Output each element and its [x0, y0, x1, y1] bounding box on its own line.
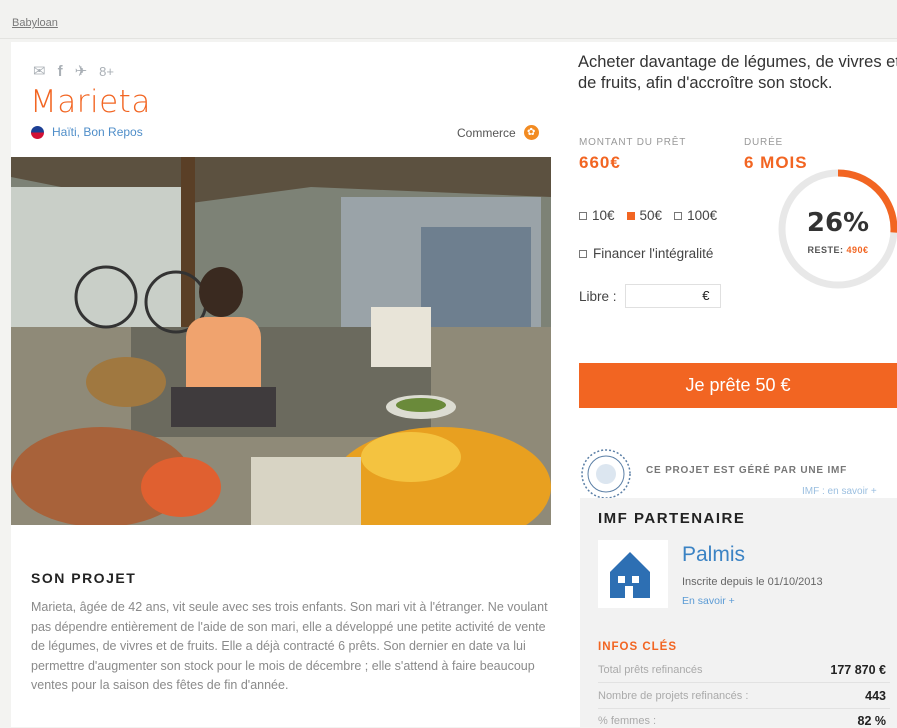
commerce-icon: ✿ [523, 125, 539, 140]
borrower-photo [11, 157, 551, 525]
remaining-label: RESTE: [807, 245, 844, 255]
top-bar: Babyloan [0, 0, 897, 39]
facebook-icon[interactable]: f [58, 64, 63, 80]
row-divider [598, 708, 890, 709]
key-info-value: 82 % [857, 714, 887, 728]
key-info-label: % femmes : [598, 715, 657, 727]
checkbox-icon [579, 211, 587, 220]
option-100[interactable]: 100€ [674, 208, 717, 223]
finance-full-option[interactable]: Financer l'intégralité [579, 246, 713, 261]
key-info-value: 443 [865, 689, 886, 703]
guarantee-badge-icon [581, 449, 631, 499]
option-label: 50€ [639, 208, 663, 223]
euro-sign: € [702, 288, 710, 303]
project-title: Acheter davantage de légumes, de vivres … [578, 53, 897, 92]
partner-logo [598, 540, 668, 608]
free-amount-input[interactable]: € [624, 284, 721, 308]
key-info-label: Nombre de projets refinancés : [598, 690, 749, 702]
amount-options: 10€ 50€ 100€ [579, 208, 717, 223]
project-section-title: SON PROJET [31, 570, 137, 586]
option-10[interactable]: 10€ [579, 208, 615, 223]
haiti-flag-icon [31, 125, 44, 139]
remaining: RESTE: 490€ [776, 245, 897, 255]
checkbox-icon [579, 249, 587, 258]
free-amount-label: Libre : [579, 288, 617, 304]
mail-icon[interactable]: ✉ [33, 64, 46, 80]
partner-name[interactable]: Palmis [682, 543, 745, 567]
borrower-location: Haïti, Bon Repos [31, 125, 143, 139]
amount-value: 660€ [579, 153, 621, 172]
key-info-row: Total prêts refinancés 177 870 € [598, 663, 890, 677]
row-divider [598, 682, 890, 683]
share-bar: ✉ f ✈ 8+ [33, 64, 114, 80]
breadcrumb-link[interactable]: Babyloan [12, 17, 58, 29]
lend-button[interactable]: Je prête 50 € [579, 363, 897, 408]
key-info-value: 177 870 € [830, 663, 886, 677]
borrower-name: Marieta [30, 84, 151, 120]
duration-label: DURÉE [744, 137, 784, 148]
imf-learn-more-link[interactable]: IMF : en savoir + [802, 486, 877, 497]
key-info-row: % femmes : 82 % [598, 714, 890, 728]
progress-percent: 26% [806, 208, 870, 238]
key-info-label: Total prêts refinancés [598, 664, 703, 676]
google-plus-icon[interactable]: 8+ [99, 64, 114, 80]
key-info-title: INFOS CLÉS [598, 641, 678, 653]
category: Commerce ✿ [457, 125, 539, 140]
option-50[interactable]: 50€ [626, 208, 663, 223]
free-amount: Libre : € [579, 284, 721, 308]
checkbox-icon [674, 211, 683, 220]
remaining-value: 490€ [846, 245, 869, 255]
twitter-icon[interactable]: ✈ [75, 64, 88, 80]
imf-section-title: IMF PARTENAIRE [598, 510, 746, 527]
finance-full-label: Financer l'intégralité [593, 246, 714, 261]
partner-more-link[interactable]: En savoir + [682, 595, 735, 607]
key-info-row: Nombre de projets refinancés : 443 [598, 689, 890, 703]
checkbox-checked-icon [626, 211, 635, 220]
option-label: 100€ [687, 208, 718, 223]
category-label: Commerce [457, 125, 516, 140]
partner-since: Inscrite depuis le 01/10/2013 [682, 576, 823, 588]
option-label: 10€ [592, 208, 615, 223]
amount-label: MONTANT DU PRÊT [579, 137, 687, 148]
project-description: Marieta, âgée de 42 ans, vit seule avec … [31, 600, 548, 692]
location-text[interactable]: Haïti, Bon Repos [52, 125, 143, 139]
imf-caption: CE PROJET EST GÉRÉ PAR UNE IMF [646, 464, 848, 476]
